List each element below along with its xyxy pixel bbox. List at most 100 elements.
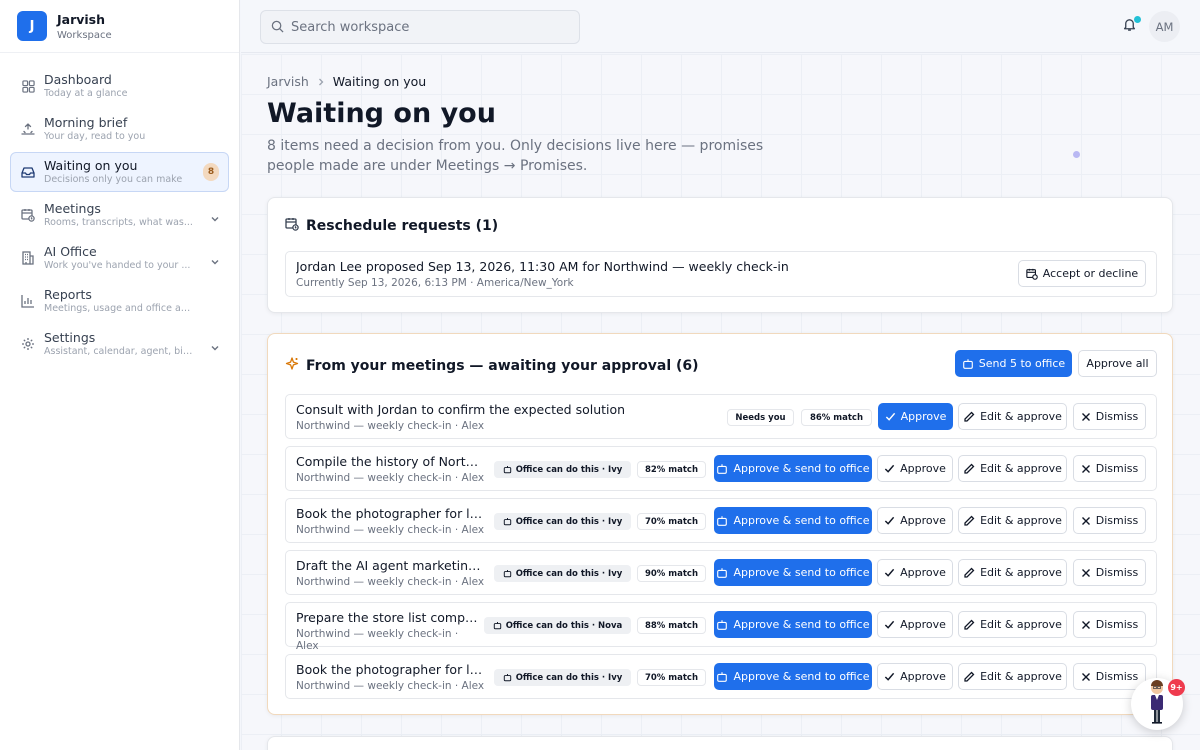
check-icon	[884, 464, 895, 473]
brand-subtitle: Workspace	[57, 29, 112, 41]
approve-button[interactable]: Approve	[877, 611, 953, 638]
sidebar-item-label: Dashboard	[44, 72, 112, 87]
approve-send-button[interactable]: Approve & send to office	[714, 663, 872, 690]
office-chip: Office can do this · Ivy	[494, 669, 631, 686]
sidebar-item-waiting-on-you[interactable]: Waiting on you Decisions only you can mak…	[10, 152, 229, 192]
approval-row: Draft the AI agent marketing p... Northw…	[285, 550, 1157, 595]
button-label: Approve & send to office	[733, 514, 870, 527]
button-label: Approve	[900, 566, 946, 579]
sidebar-item-label: AI Office	[44, 244, 97, 259]
button-label: Dismiss	[1095, 670, 1139, 683]
inbox-icon	[21, 165, 35, 179]
approval-row: Compile the history of Northwi... Northw…	[285, 446, 1157, 491]
notifications-button[interactable]	[1122, 16, 1141, 36]
item-title: Compile the history of Northwi...	[296, 454, 486, 469]
accept-or-decline-button[interactable]: Accept or decline	[1018, 260, 1146, 287]
edit-approve-button[interactable]: Edit & approve	[958, 455, 1067, 482]
chevron-down-icon[interactable]	[210, 209, 220, 228]
close-icon	[1081, 568, 1090, 577]
search-input[interactable]	[291, 19, 571, 35]
sidebar-item-dashboard[interactable]: Dashboard Today at a glance	[10, 66, 229, 106]
button-label: Dismiss	[1095, 410, 1139, 423]
button-label: Approve & send to office	[733, 670, 870, 683]
topbar: AM	[241, 0, 1200, 53]
approve-button[interactable]: Approve	[877, 455, 953, 482]
button-label: Approve & send to office	[733, 566, 870, 579]
robot-icon	[503, 569, 511, 578]
close-icon	[1081, 620, 1090, 629]
dismiss-button[interactable]: Dismiss	[1073, 663, 1146, 690]
section-title: From your meetings — awaiting your appro…	[306, 357, 699, 374]
dismiss-button[interactable]: Dismiss	[1073, 403, 1146, 430]
sidebar-item-label: Meetings	[44, 201, 101, 216]
sidebar-item-morning-brief[interactable]: Morning brief Your day, read to you	[10, 109, 229, 149]
gear-icon	[21, 337, 35, 351]
pencil-icon	[964, 567, 975, 578]
match-chip: 70% match	[637, 669, 706, 686]
sidebar-item-meetings[interactable]: Meetings Rooms, transcripts, what was...	[10, 195, 229, 235]
approval-row: Consult with Jordan to confirm the expec…	[285, 394, 1157, 439]
sidebar-item-ai-office[interactable]: AI Office Work you've handed to your ...	[10, 238, 229, 278]
avatar[interactable]: AM	[1149, 11, 1180, 42]
close-icon	[1081, 464, 1090, 473]
check-icon	[884, 620, 895, 629]
button-label: Approve	[900, 618, 946, 631]
item-subtitle: Northwind — weekly check-in · Alex	[296, 576, 485, 588]
button-label: Edit & approve	[980, 462, 1062, 475]
button-label: Approve	[900, 514, 946, 527]
approve-button[interactable]: Approve	[877, 663, 953, 690]
chip-label: Office can do this · Ivy	[515, 516, 623, 527]
sidebar-item-reports[interactable]: Reports Meetings, usage and office activi…	[10, 281, 229, 321]
notification-dot	[1134, 16, 1141, 23]
approve-send-button[interactable]: Approve & send to office	[714, 559, 872, 586]
calendar-clock-icon	[21, 208, 35, 222]
pencil-icon	[964, 463, 975, 474]
reschedule-card: Reschedule requests (1) Jordan Lee propo…	[267, 197, 1173, 313]
dismiss-button[interactable]: Dismiss	[1073, 611, 1146, 638]
approve-button[interactable]: Approve	[877, 559, 953, 586]
dismiss-button[interactable]: Dismiss	[1073, 507, 1146, 534]
button-label: Approve & send to office	[733, 618, 870, 631]
approve-send-button[interactable]: Approve & send to office	[714, 611, 872, 638]
sidebar-item-label: Morning brief	[44, 115, 128, 130]
approve-send-button[interactable]: Approve & send to office	[714, 507, 872, 534]
search-box[interactable]	[260, 10, 580, 44]
close-icon	[1081, 516, 1090, 525]
edit-approve-button[interactable]: Edit & approve	[958, 559, 1067, 586]
approve-all-button[interactable]: Approve all	[1078, 350, 1157, 377]
robot-icon	[717, 567, 728, 578]
dismiss-button[interactable]: Dismiss	[1073, 559, 1146, 586]
check-icon	[885, 412, 895, 421]
office-chip: Office can do this · Ivy	[494, 461, 631, 478]
robot-icon	[503, 673, 511, 682]
button-label: Dismiss	[1095, 566, 1139, 579]
send-to-office-button[interactable]: Send 5 to office	[955, 350, 1072, 377]
count-badge: 8	[203, 163, 219, 181]
edit-approve-button[interactable]: Edit & approve	[958, 611, 1067, 638]
chevron-down-icon[interactable]	[210, 252, 220, 271]
button-label: Approve & send to office	[733, 462, 870, 475]
chip-label: Office can do this · Ivy	[515, 568, 623, 579]
button-label: Dismiss	[1095, 462, 1139, 475]
chevron-down-icon[interactable]	[210, 338, 220, 357]
item-subtitle: Currently Sep 13, 2026, 6:13 PM · Americ…	[296, 277, 574, 289]
robot-icon	[717, 671, 728, 682]
edit-approve-button[interactable]: Edit & approve	[958, 507, 1067, 534]
notification-badge: 9+	[1168, 679, 1185, 696]
edit-approve-button[interactable]: Edit & approve	[958, 403, 1067, 430]
breadcrumb-root[interactable]: Jarvish	[267, 74, 309, 89]
button-label: Edit & approve	[980, 618, 1062, 631]
dismiss-button[interactable]: Dismiss	[1073, 455, 1146, 482]
robot-icon	[717, 619, 728, 630]
item-subtitle: Northwind — weekly check-in · Alex	[296, 680, 485, 692]
approve-button[interactable]: Approve	[877, 507, 953, 534]
pencil-icon	[964, 515, 975, 526]
brand[interactable]: J Jarvish Workspace	[0, 0, 239, 53]
sidebar-item-settings[interactable]: Settings Assistant, calendar, agent, bil.…	[10, 324, 229, 364]
calendar-clock-icon	[1026, 268, 1038, 280]
chevron-right-icon	[317, 74, 325, 89]
edit-approve-button[interactable]: Edit & approve	[958, 663, 1067, 690]
bar-chart-icon	[21, 294, 35, 308]
approve-send-button[interactable]: Approve & send to office	[714, 455, 872, 482]
approve-button[interactable]: Approve	[878, 403, 953, 430]
